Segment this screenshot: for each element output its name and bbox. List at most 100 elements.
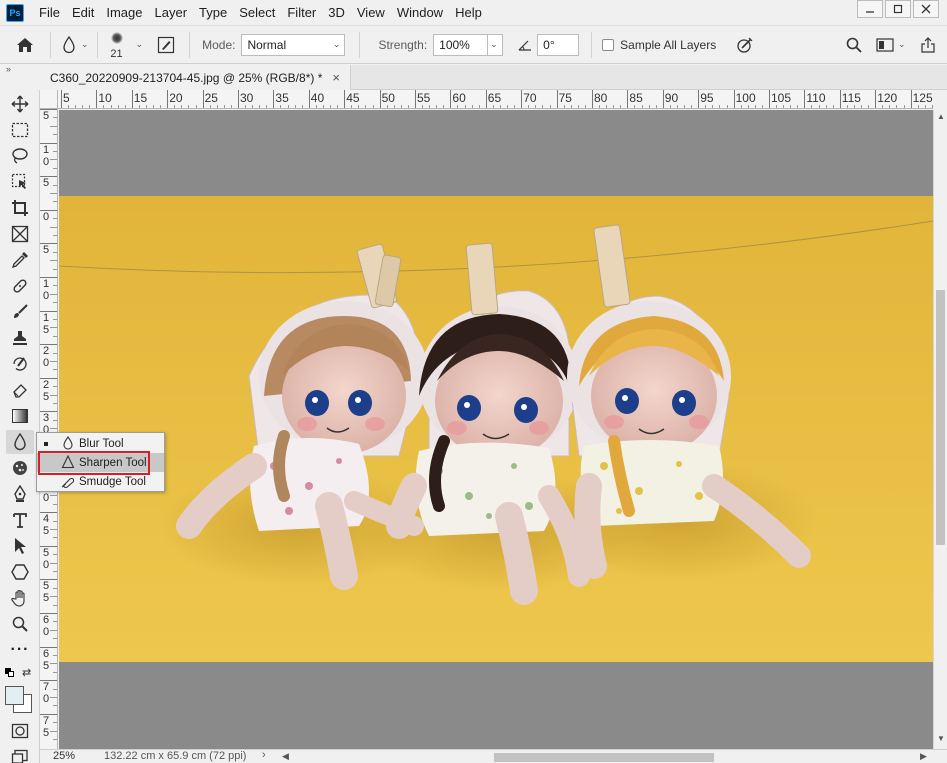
menu-filter[interactable]: Filter <box>281 0 322 25</box>
crop-icon <box>12 200 28 216</box>
share-button[interactable] <box>920 26 936 63</box>
scroll-up-icon[interactable]: ▲ <box>937 112 945 121</box>
document-tab[interactable]: C360_20220909-213704-45.jpg @ 25% (RGB/8… <box>40 65 351 90</box>
zoom-level[interactable]: 25% <box>53 750 75 762</box>
ruler-minor-tick <box>478 105 480 108</box>
menu-file[interactable]: File <box>33 0 66 25</box>
ruler-minor-tick <box>280 105 282 108</box>
horizontal-ruler[interactable]: 5 10 15 20 25 30 35 40 45 50 55 60 65 70 75 80 85 90 95 100… <box>58 90 933 109</box>
sample-all-layers-checkbox[interactable] <box>602 38 615 51</box>
vertical-ruler[interactable]: 5105051015202530354045505560657075 <box>40 109 58 749</box>
move-tool[interactable] <box>6 92 34 116</box>
quick-mask-button[interactable] <box>6 719 34 743</box>
close-icon[interactable] <box>913 0 939 18</box>
ruler-label: 70 <box>523 91 537 105</box>
status-arrow-icon[interactable]: › <box>262 749 266 761</box>
ruler-label: 95 <box>700 91 714 105</box>
ruler-minor-tick <box>53 419 57 421</box>
eraser-tool[interactable] <box>6 378 34 402</box>
workspace-switcher[interactable]: ⌄ <box>876 26 906 63</box>
ruler-minor-tick <box>783 105 785 108</box>
swap-colors-icon[interactable]: ⇄ <box>22 666 31 679</box>
hand-icon <box>11 589 25 607</box>
screen-mode-button[interactable] <box>6 745 34 763</box>
angle-input[interactable]: 0° <box>537 33 580 56</box>
scroll-down-icon[interactable]: ▼ <box>937 734 945 743</box>
healing-brush-tool[interactable] <box>6 274 34 298</box>
sample-all-layers-option[interactable]: Sample All Layers <box>602 26 716 63</box>
scroll-right-icon[interactable]: ▶ <box>920 751 927 762</box>
eyedropper-tool[interactable] <box>6 248 34 272</box>
toolbar-collapse-icon[interactable]: » <box>0 65 40 75</box>
ruler-minor-tick <box>75 105 77 108</box>
zoom-tool[interactable] <box>6 612 34 636</box>
ruler-label: 75 <box>43 714 50 739</box>
menu-help[interactable]: Help <box>449 0 488 25</box>
close-tab-icon[interactable]: × <box>332 70 340 85</box>
ruler-minor-tick <box>429 105 431 108</box>
path-selection-tool[interactable] <box>6 534 34 558</box>
crop-tool[interactable] <box>6 196 34 220</box>
default-colors-icon[interactable] <box>5 668 15 678</box>
ruler-minor-tick <box>53 386 57 388</box>
sponge-icon <box>13 461 27 475</box>
pen-tool[interactable] <box>6 482 34 506</box>
menu-3d[interactable]: 3D <box>322 0 351 25</box>
pressure-strength-button[interactable] <box>736 26 754 63</box>
brush-tool[interactable] <box>6 300 34 324</box>
horizontal-scroll-thumb[interactable] <box>494 753 714 762</box>
menu-layer[interactable]: Layer <box>149 0 194 25</box>
menu-edit[interactable]: Edit <box>66 0 100 25</box>
horizontal-scrollbar[interactable]: ◀ ▶ <box>280 751 933 763</box>
history-brush-tool[interactable] <box>6 352 34 376</box>
search-button[interactable] <box>846 26 862 63</box>
clone-stamp-tool[interactable] <box>6 326 34 350</box>
dodge-tool[interactable] <box>6 456 34 480</box>
menu-type[interactable]: Type <box>193 0 233 25</box>
ruler-minor-tick <box>719 105 721 108</box>
menu-view[interactable]: View <box>351 0 391 25</box>
lasso-tool[interactable] <box>6 144 34 168</box>
ruler-minor-tick <box>53 403 57 404</box>
tool-preset-picker[interactable]: ⌄ <box>61 26 89 63</box>
scroll-left-icon[interactable]: ◀ <box>282 751 289 762</box>
minimize-icon[interactable] <box>857 0 883 18</box>
blur-tool[interactable] <box>6 430 34 454</box>
restore-icon[interactable] <box>885 0 911 18</box>
ruler-minor-tick <box>584 105 586 108</box>
strength-input[interactable]: 100% <box>433 33 488 56</box>
ruler-minor-tick <box>507 105 509 108</box>
home-button[interactable] <box>0 26 50 63</box>
shape-tool[interactable] <box>6 560 34 584</box>
ruler-origin[interactable] <box>40 90 58 109</box>
strength-slider-toggle[interactable]: ⌄ <box>487 33 504 56</box>
hand-tool[interactable] <box>6 586 34 610</box>
type-tool[interactable] <box>6 508 34 532</box>
ruler-minor-tick <box>53 251 57 253</box>
foreground-color-swatch[interactable] <box>5 686 24 705</box>
vertical-scroll-thumb[interactable] <box>936 290 945 545</box>
gradient-tool[interactable] <box>6 404 34 428</box>
menu-bar: Ps File Edit Image Layer Type Select Fil… <box>0 0 947 25</box>
object-selection-tool[interactable] <box>6 170 34 194</box>
mode-select[interactable]: Normal ⌄ <box>241 33 346 56</box>
ruler-minor-tick <box>50 226 57 228</box>
vertical-scrollbar[interactable]: ▲ ▼ <box>933 110 947 749</box>
menu-image[interactable]: Image <box>100 0 148 25</box>
more-tools-button[interactable]: ··· <box>6 638 34 662</box>
ruler-minor-tick <box>825 105 827 108</box>
ruler-minor-tick <box>676 105 678 108</box>
menu-select[interactable]: Select <box>233 0 281 25</box>
menu-window[interactable]: Window <box>391 0 449 25</box>
document-image[interactable] <box>59 196 933 662</box>
ruler-minor-tick <box>790 105 792 108</box>
marquee-tool[interactable] <box>6 118 34 142</box>
brush-settings-button[interactable] <box>157 26 175 63</box>
options-bar: ⌄ 21 ⌄ Mode: Normal ⌄ Strength: 100% ⌄ 0… <box>0 25 947 64</box>
ruler-minor-tick <box>53 722 57 724</box>
photoshop-logo-icon[interactable]: Ps <box>6 3 24 22</box>
frame-tool[interactable] <box>6 222 34 246</box>
ruler-minor-tick <box>832 105 834 108</box>
brush-preset-picker[interactable]: 21 ⌄ <box>106 26 143 63</box>
workspace-icon <box>876 37 894 52</box>
